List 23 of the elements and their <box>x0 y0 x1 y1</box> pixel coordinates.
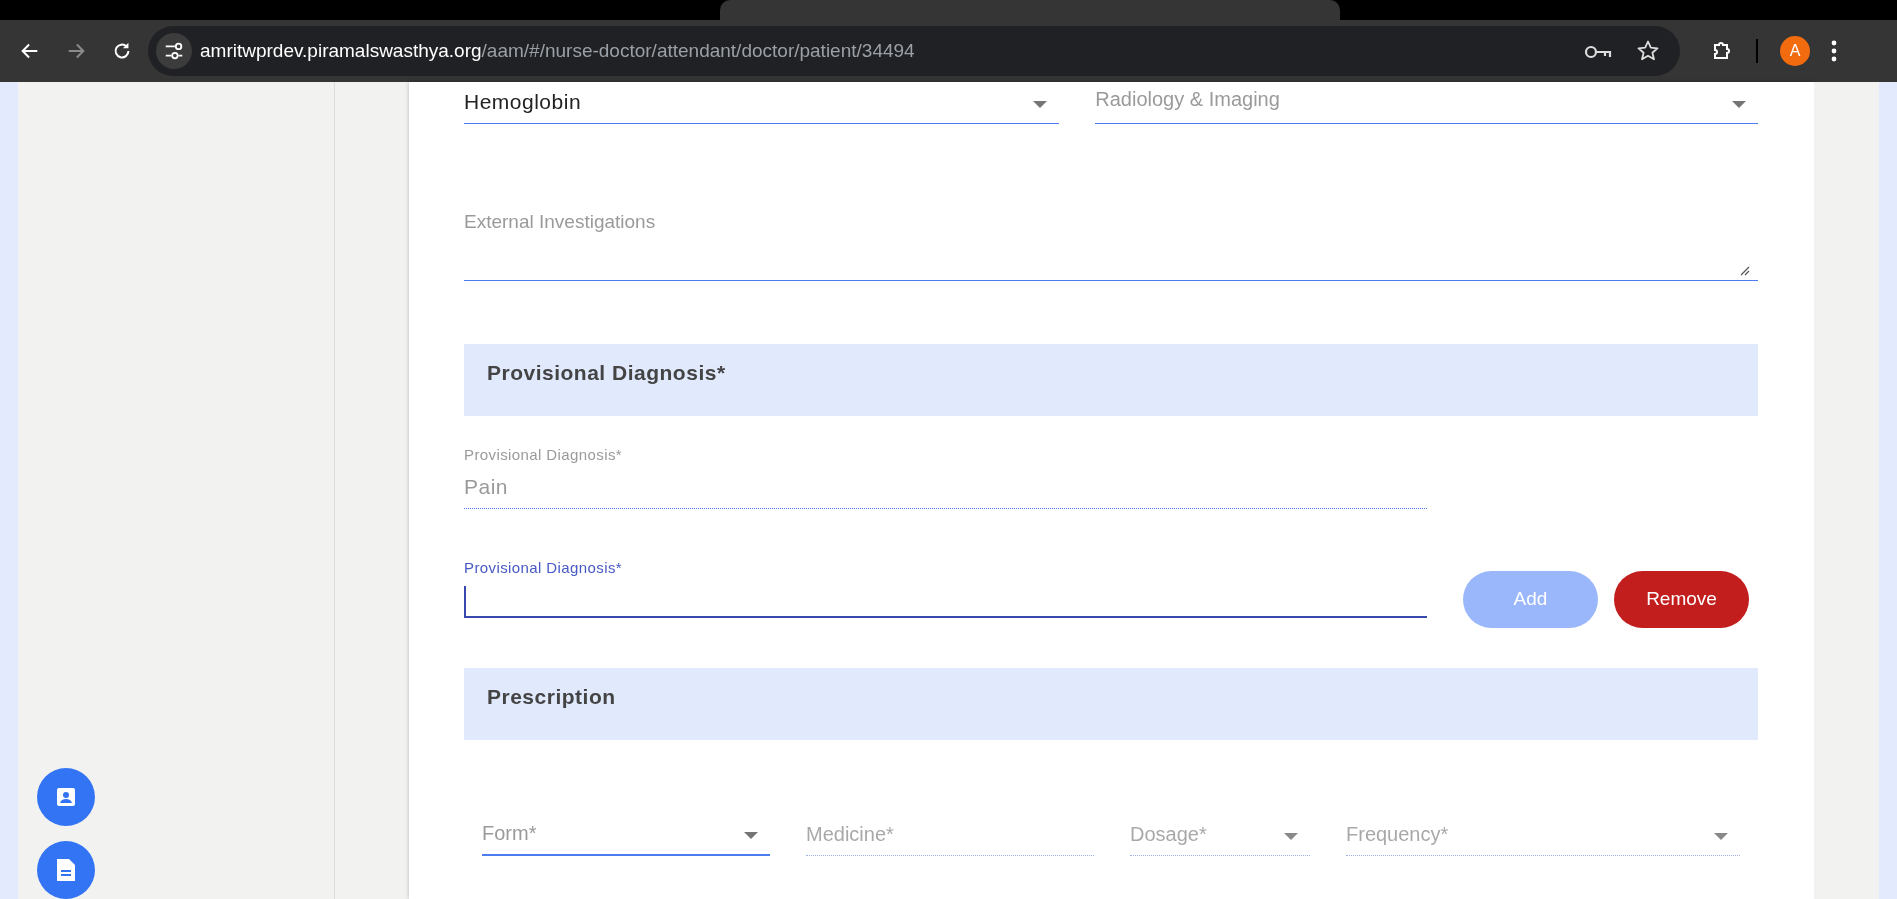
section-title: Provisional Diagnosis* <box>487 361 726 384</box>
profile-avatar[interactable]: A <box>1780 36 1810 66</box>
document-button[interactable] <box>37 841 95 899</box>
site-settings-icon[interactable] <box>156 33 192 69</box>
field-label: Provisional Diagnosis* <box>464 558 624 578</box>
dropdown-arrow-icon <box>744 831 758 840</box>
url-text: amritwprdev.piramalswasthya.org/aam/#/nurse-doctor/attendant/doctor/patient/34494 <box>200 38 916 63</box>
person-card-icon <box>54 785 78 809</box>
dropdown-arrow-icon <box>1732 101 1746 109</box>
address-bar[interactable]: amritwprdev.piramalswasthya.org/aam/#/nurse-doctor/attendant/doctor/patient/34494 <box>148 26 1680 76</box>
select-field[interactable]: Hemoglobin <box>464 82 1060 124</box>
document-icon <box>55 857 77 883</box>
external-investigations-field[interactable]: External Investigations <box>464 204 1758 281</box>
dropdown-arrow-icon <box>1284 832 1298 841</box>
select-field[interactable]: Form* <box>482 807 770 856</box>
field-label: Provisional Diagnosis* <box>464 445 624 465</box>
select-field[interactable]: Radiology & Imaging <box>1095 82 1758 124</box>
resize-handle-icon[interactable] <box>1740 266 1750 276</box>
dropdown-arrow-icon <box>1714 832 1728 841</box>
section-title: Prescription <box>487 684 616 708</box>
remove-button[interactable]: Remove <box>1614 570 1749 628</box>
dropdown-arrow-icon <box>1033 101 1048 109</box>
patient-profile-button[interactable] <box>37 768 95 826</box>
